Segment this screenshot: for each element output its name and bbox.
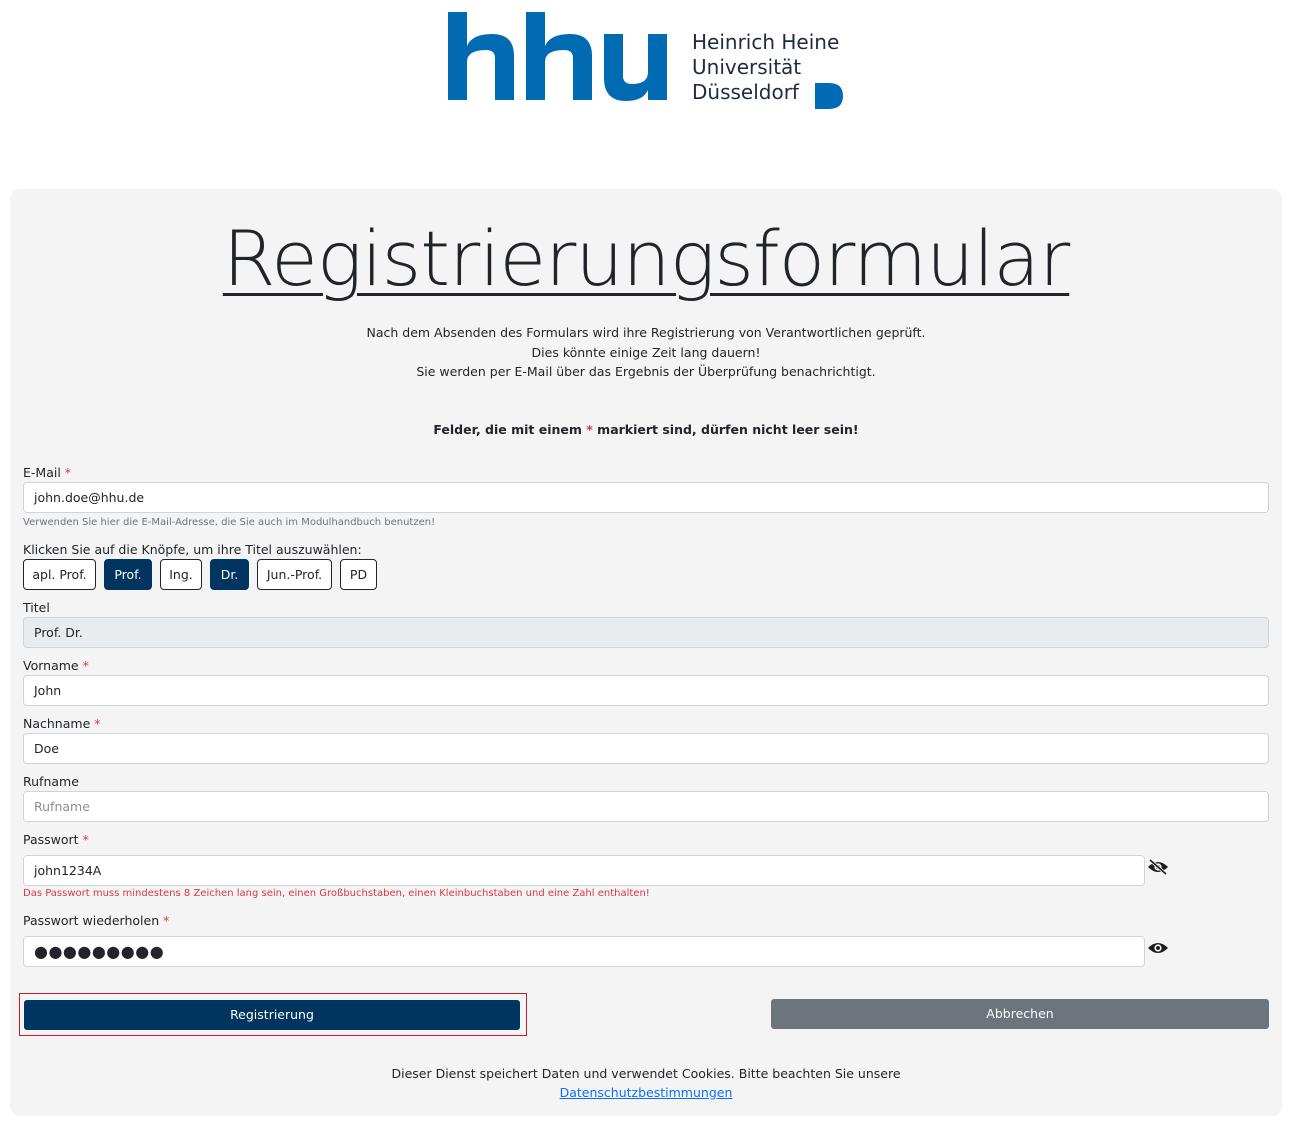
cancel-button[interactable]: Abbrechen: [771, 999, 1269, 1029]
hhu-letters-logo: [448, 12, 667, 101]
required-star: *: [82, 658, 89, 673]
email-label: E-Mail *: [23, 465, 71, 480]
intro-line-1: Nach dem Absenden des Formulars wird ihr…: [366, 325, 926, 340]
intro-line-2: Dies könnte einige Zeit lang dauern!: [531, 344, 761, 360]
required-star: *: [94, 716, 101, 731]
required-star: *: [586, 422, 593, 437]
title-button-dr[interactable]: Dr.: [210, 559, 249, 590]
title-button-prof[interactable]: Prof.: [104, 559, 152, 590]
logo-line-1: Heinrich Heine: [692, 30, 840, 54]
title-button-pd[interactable]: PD: [340, 559, 377, 590]
email-field[interactable]: john.doe@hhu.de: [23, 482, 1269, 513]
passwort-wiederholen-field[interactable]: ●●●●●●●●●: [23, 936, 1145, 967]
intro-line-3: Sie werden per E-Mail über das Ergebnis …: [416, 364, 876, 379]
titles-prompt: Klicken Sie auf die Knöpfe, um ihre Tite…: [23, 542, 362, 557]
passwort-field[interactable]: john1234A: [23, 855, 1145, 886]
cookie-notice: Dieser Dienst speichert Daten und verwen…: [391, 1066, 901, 1081]
title-button-apl-prof[interactable]: apl. Prof.: [23, 559, 96, 590]
required-star: *: [163, 913, 170, 928]
title-button-ing[interactable]: Ing.: [160, 559, 202, 590]
title-button-jun-prof[interactable]: Jun.-Prof.: [257, 559, 332, 590]
form-title: Registrierungsformular: [222, 214, 1070, 303]
nachname-label: Nachname *: [23, 716, 101, 731]
titel-label: Titel: [23, 600, 50, 615]
logo-line-2: Universität: [692, 55, 802, 79]
rufname-label: Rufname: [23, 774, 79, 789]
intro-text: Nach dem Absenden des Formulars wird ihr…: [10, 323, 1282, 382]
required-star: *: [82, 832, 89, 847]
rufname-field[interactable]: Rufname: [23, 791, 1269, 822]
register-button[interactable]: Registrierung: [24, 1000, 520, 1030]
nachname-label-text: Nachname: [23, 716, 91, 731]
email-help: Verwenden Sie hier die E-Mail-Adresse, d…: [23, 517, 436, 528]
passwort-label-text: Passwort: [23, 832, 79, 847]
eye-icon[interactable]: [1147, 940, 1169, 956]
eye-slash-icon[interactable]: [1147, 859, 1169, 875]
passwort-wiederholen-label: Passwort wiederholen *: [23, 913, 169, 928]
privacy-link[interactable]: Datenschutzbestimmungen: [560, 1085, 733, 1100]
email-label-text: E-Mail: [23, 465, 61, 480]
hhu-logo: Heinrich Heine Universität Düsseldorf: [448, 12, 848, 112]
nachname-field[interactable]: Doe: [23, 733, 1269, 764]
vorname-label: Vorname *: [23, 658, 89, 673]
passwort-wiederholen-label-text: Passwort wiederholen: [23, 913, 160, 928]
required-note: Felder, die mit einem * markiert sind, d…: [10, 422, 1282, 437]
required-note-before: Felder, die mit einem: [433, 422, 582, 437]
registration-card: Registrierungsformular Nach dem Absenden…: [10, 189, 1282, 1116]
logo-mark-icon: [815, 83, 843, 109]
required-note-after: markiert sind, dürfen nicht leer sein!: [597, 422, 859, 437]
required-star: *: [64, 465, 72, 480]
passwort-error: Das Passwort muss mindestens 8 Zeichen l…: [23, 888, 650, 899]
titel-field: Prof. Dr.: [23, 617, 1269, 648]
vorname-field[interactable]: John: [23, 675, 1269, 706]
vorname-label-text: Vorname: [23, 658, 79, 673]
passwort-label: Passwort *: [23, 832, 89, 847]
